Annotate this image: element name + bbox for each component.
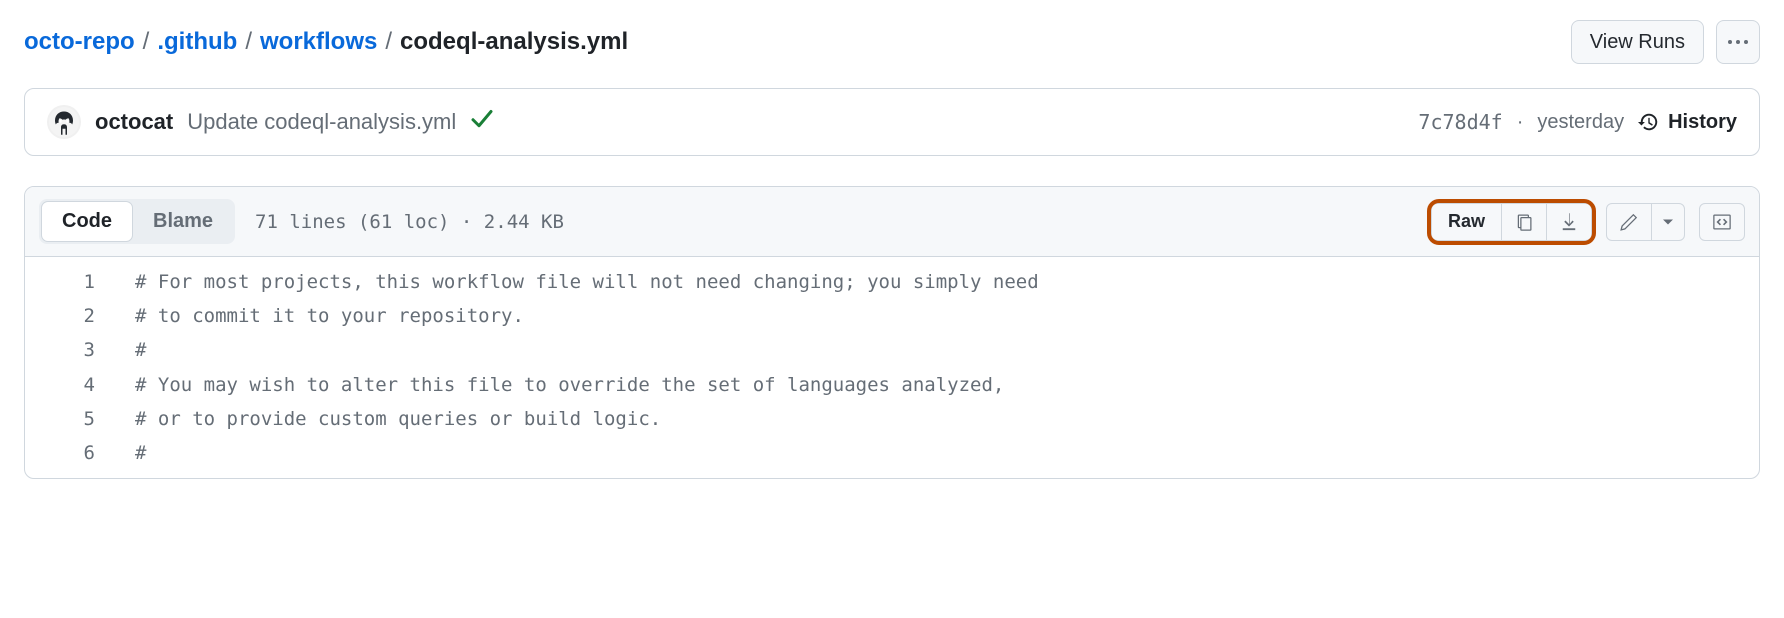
header-actions: View Runs bbox=[1571, 20, 1760, 64]
line-content: # You may wish to alter this file to ove… bbox=[135, 368, 1004, 402]
download-icon bbox=[1559, 212, 1579, 232]
line-number[interactable]: 3 bbox=[25, 333, 135, 367]
edit-button[interactable] bbox=[1606, 203, 1652, 241]
dot-separator: · bbox=[1517, 111, 1524, 134]
tab-blame[interactable]: Blame bbox=[133, 201, 233, 242]
commit-meta: 7c78d4f · yesterday History bbox=[1418, 110, 1737, 134]
code-line: 1# For most projects, this workflow file… bbox=[25, 265, 1759, 299]
history-link[interactable]: History bbox=[1638, 111, 1737, 134]
code-line: 5# or to provide custom queries or build… bbox=[25, 402, 1759, 436]
kebab-icon bbox=[1728, 40, 1748, 44]
history-label: History bbox=[1668, 111, 1737, 134]
copy-icon bbox=[1514, 212, 1534, 232]
more-options-button[interactable] bbox=[1716, 20, 1760, 64]
edit-dropdown-button[interactable] bbox=[1651, 203, 1685, 241]
line-content: # bbox=[135, 436, 146, 470]
breadcrumb-repo[interactable]: octo-repo bbox=[24, 28, 135, 56]
code-content: 1# For most projects, this workflow file… bbox=[25, 257, 1759, 478]
commit-message[interactable]: Update codeql-analysis.yml bbox=[187, 109, 456, 135]
check-icon[interactable] bbox=[470, 107, 494, 138]
breadcrumb-separator: / bbox=[385, 28, 392, 56]
line-content: # bbox=[135, 333, 146, 367]
octocat-icon bbox=[49, 107, 79, 137]
view-runs-button[interactable]: View Runs bbox=[1571, 20, 1704, 64]
edit-button-group bbox=[1606, 203, 1685, 241]
symbols-button[interactable] bbox=[1699, 203, 1745, 241]
commit-time: yesterday bbox=[1537, 111, 1624, 134]
copy-button[interactable] bbox=[1501, 203, 1547, 241]
avatar[interactable] bbox=[47, 105, 81, 139]
commit-info: octocat Update codeql-analysis.yml bbox=[47, 105, 494, 139]
file-toolbar: Code Blame 71 lines (61 loc) · 2.44 KB R… bbox=[25, 187, 1759, 257]
code-blame-tabs: Code Blame bbox=[39, 199, 235, 244]
code-line: 6# bbox=[25, 436, 1759, 470]
code-line: 2# to commit it to your repository. bbox=[25, 299, 1759, 333]
caret-down-icon bbox=[1658, 212, 1678, 232]
raw-button-group: Raw bbox=[1431, 203, 1592, 241]
pencil-icon bbox=[1619, 212, 1639, 232]
file-view: Code Blame 71 lines (61 loc) · 2.44 KB R… bbox=[24, 186, 1760, 479]
line-content: # or to provide custom queries or build … bbox=[135, 402, 661, 436]
breadcrumb-workflows[interactable]: workflows bbox=[260, 28, 377, 56]
line-number[interactable]: 2 bbox=[25, 299, 135, 333]
line-content: # For most projects, this workflow file … bbox=[135, 265, 1039, 299]
line-number[interactable]: 5 bbox=[25, 402, 135, 436]
breadcrumb: octo-repo / .github / workflows / codeql… bbox=[24, 28, 628, 56]
toolbar-right: Raw bbox=[1431, 203, 1745, 241]
commit-sha[interactable]: 7c78d4f bbox=[1418, 110, 1502, 134]
latest-commit-bar: octocat Update codeql-analysis.yml 7c78d… bbox=[24, 88, 1760, 156]
breadcrumb-github[interactable]: .github bbox=[157, 28, 237, 56]
breadcrumb-separator: / bbox=[143, 28, 150, 56]
breadcrumb-file: codeql-analysis.yml bbox=[400, 28, 628, 56]
line-number[interactable]: 6 bbox=[25, 436, 135, 470]
toolbar-left: Code Blame 71 lines (61 loc) · 2.44 KB bbox=[39, 199, 564, 244]
tab-code[interactable]: Code bbox=[41, 201, 133, 242]
line-number[interactable]: 4 bbox=[25, 368, 135, 402]
code-square-icon bbox=[1712, 212, 1732, 232]
history-icon bbox=[1638, 111, 1660, 133]
raw-button[interactable]: Raw bbox=[1431, 203, 1502, 241]
commit-author[interactable]: octocat bbox=[95, 109, 173, 135]
file-info-text: 71 lines (61 loc) · 2.44 KB bbox=[255, 211, 564, 233]
line-content: # to commit it to your repository. bbox=[135, 299, 524, 333]
file-header: octo-repo / .github / workflows / codeql… bbox=[24, 20, 1760, 64]
breadcrumb-separator: / bbox=[245, 28, 252, 56]
code-line: 4# You may wish to alter this file to ov… bbox=[25, 368, 1759, 402]
code-line: 3# bbox=[25, 333, 1759, 367]
line-number[interactable]: 1 bbox=[25, 265, 135, 299]
download-button[interactable] bbox=[1546, 203, 1592, 241]
